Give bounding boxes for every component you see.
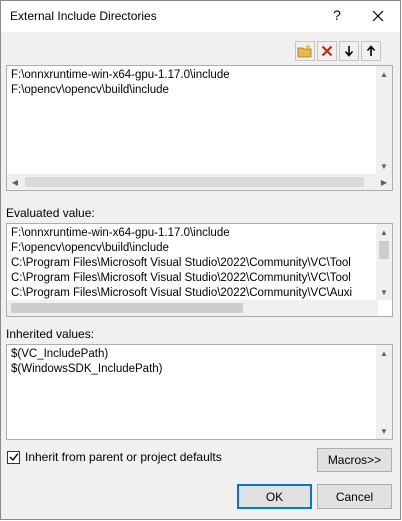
evaluated-vertical-scrollbar[interactable]: ▲ ▼ <box>376 224 392 300</box>
inherited-line: $(WindowsSDK_IncludePath) <box>11 363 163 375</box>
include-directories-editor[interactable]: F:\onnxruntime-win-x64-gpu-1.17.0\includ… <box>6 65 393 191</box>
inherit-checkbox-row[interactable]: Inherit from parent or project defaults <box>7 450 222 464</box>
editor-line[interactable]: F:\onnxruntime-win-x64-gpu-1.17.0\includ… <box>11 68 230 83</box>
close-button[interactable] <box>364 5 392 27</box>
macros-button[interactable]: Macros>> <box>317 448 392 472</box>
move-up-button[interactable] <box>361 41 381 61</box>
new-line-button[interactable] <box>295 41 315 61</box>
evaluated-line: F:\onnxruntime-win-x64-gpu-1.17.0\includ… <box>11 227 230 239</box>
scroll-down-icon[interactable]: ▼ <box>376 284 392 300</box>
move-up-icon <box>366 45 376 56</box>
editor-line[interactable]: F:\opencv\opencv\build\include <box>11 83 230 98</box>
scroll-up-icon[interactable]: ▲ <box>376 66 392 82</box>
inherited-vertical-scrollbar[interactable]: ▲ ▼ <box>376 345 392 439</box>
inherited-values-label: Inherited values: <box>6 327 95 341</box>
delete-line-button[interactable] <box>317 41 337 61</box>
editor-horizontal-scrollbar[interactable]: ◀ ▶ <box>7 174 392 190</box>
title-bar: External Include Directories ? <box>1 1 400 32</box>
move-down-icon <box>344 46 354 57</box>
editor-lines: F:\onnxruntime-win-x64-gpu-1.17.0\includ… <box>11 68 230 98</box>
evaluated-value-label: Evaluated value: <box>6 206 95 220</box>
list-toolbar <box>295 41 381 61</box>
evaluated-hscroll-thumb[interactable] <box>11 303 243 313</box>
scroll-down-icon[interactable]: ▼ <box>376 423 392 439</box>
dialog-title: External Include Directories <box>10 9 157 23</box>
scroll-right-icon[interactable]: ▶ <box>376 174 392 190</box>
scroll-down-icon[interactable]: ▼ <box>376 158 392 174</box>
scroll-up-icon[interactable]: ▲ <box>376 345 392 361</box>
new-folder-icon <box>297 44 312 58</box>
cancel-button[interactable]: Cancel <box>317 484 392 509</box>
dialog-window: External Include Directories ? F:\onnxru… <box>0 0 401 520</box>
inherit-checkbox[interactable] <box>7 450 20 464</box>
evaluated-line: F:\opencv\opencv\build\include <box>11 242 169 254</box>
help-button[interactable]: ? <box>329 7 345 23</box>
inherited-values-box: $(VC_IncludePath) $(WindowsSDK_IncludePa… <box>6 344 393 440</box>
editor-hscroll-thumb[interactable] <box>25 177 364 187</box>
scroll-left-icon[interactable]: ◀ <box>7 174 23 190</box>
inherit-checkbox-label[interactable]: Inherit from parent or project defaults <box>25 450 222 464</box>
evaluated-line: C:\Program Files\Microsoft Visual Studio… <box>11 257 351 269</box>
evaluated-vscroll-thumb[interactable] <box>379 241 389 259</box>
checkmark-icon <box>9 453 19 462</box>
evaluated-line: C:\Program Files\Microsoft Visual Studio… <box>11 287 353 299</box>
close-icon <box>372 10 384 22</box>
inherited-line: $(VC_IncludePath) <box>11 348 109 360</box>
ok-button[interactable]: OK <box>237 484 312 509</box>
delete-icon <box>321 45 333 57</box>
evaluated-lines: F:\onnxruntime-win-x64-gpu-1.17.0\includ… <box>11 226 352 301</box>
editor-vertical-scrollbar[interactable]: ▲ ▼ <box>376 66 392 174</box>
evaluated-value-box: F:\onnxruntime-win-x64-gpu-1.17.0\includ… <box>6 223 393 317</box>
move-down-button[interactable] <box>339 41 359 61</box>
scroll-up-icon[interactable]: ▲ <box>376 224 392 240</box>
evaluated-line: C:\Program Files\Microsoft Visual Studio… <box>11 272 351 284</box>
inherited-lines: $(VC_IncludePath) $(WindowsSDK_IncludePa… <box>11 347 163 377</box>
evaluated-horizontal-scrollbar[interactable] <box>7 300 378 316</box>
